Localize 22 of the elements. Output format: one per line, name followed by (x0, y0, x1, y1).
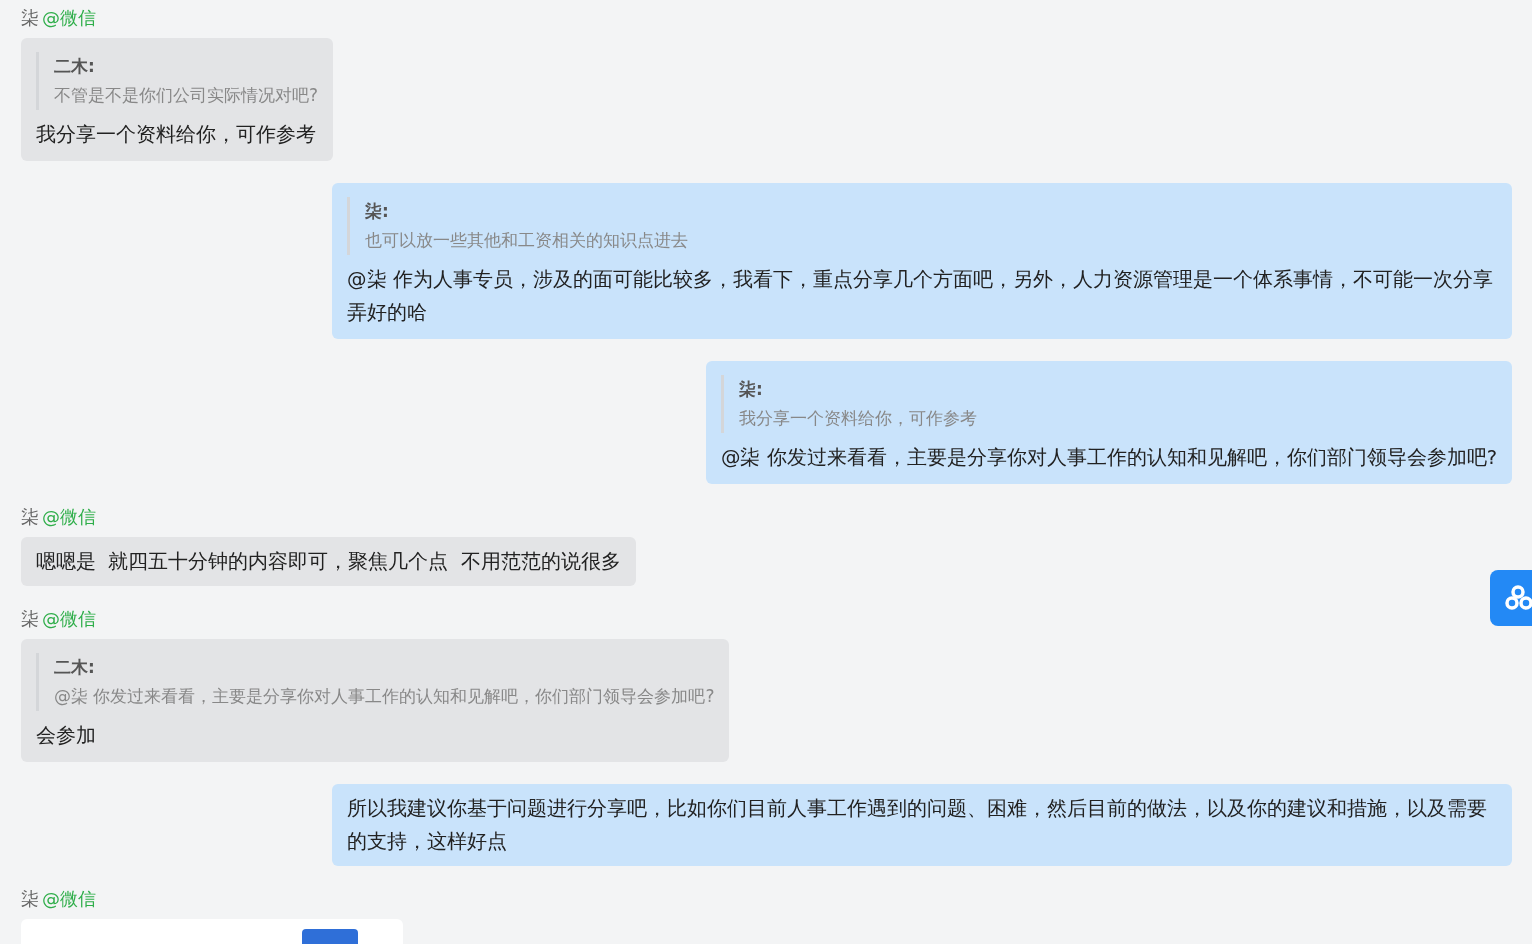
quote-text: 也可以放一些其他和工资相关的知识点进去 (365, 229, 689, 252)
sender-source: @微信 (42, 608, 96, 630)
sender-source: @微信 (42, 506, 96, 528)
sender-name: 柒 (21, 7, 39, 29)
sender-source: @微信 (42, 888, 96, 910)
message-text: @柒 作为人事专员，涉及的面可能比较多，我看下，重点分享几个方面吧，另外，人力资源管理是一个体系事情，不可能一次分享弄好的哈 (347, 267, 1494, 326)
message-text: 所以我建议你基于问题进行分享吧，比如你们目前人事工作遇到的问题、困难，然后目前的做法，以及你的建议和措施，以及需要的支持，这样好点 (347, 796, 1488, 855)
message-text: 会参加 (36, 723, 97, 749)
quote-author: 二木: (54, 55, 96, 78)
quote-text: @柒 你发过来看看，主要是分享你对人事工作的认知和见解吧，你们部门领导会参加吧? (54, 685, 715, 708)
sender-name: 柒 (21, 506, 39, 528)
message-text: 嗯嗯是 就四五十分钟的内容即可，聚焦几个点 不用范范的说很多 (36, 549, 621, 575)
sender-source: @微信 (42, 7, 96, 29)
quote-author: 二木: (54, 656, 96, 679)
quote-text: 不管是不是你们公司实际情况对吧? (54, 84, 319, 107)
sender-name: 柒 (21, 608, 39, 630)
quote-author: 柒: (365, 200, 390, 223)
sender-name: 柒 (21, 888, 39, 910)
quote-text: 我分享一个资料给你，可作参考 (738, 407, 978, 430)
quote-author: 柒: (738, 378, 764, 401)
message-text: 我分享一个资料给你，可作参考 (36, 122, 317, 148)
message-text: @柒 你发过来看看，主要是分享你对人事工作的认知和见解吧，你们部门领导会参加吧? (720, 445, 1497, 471)
